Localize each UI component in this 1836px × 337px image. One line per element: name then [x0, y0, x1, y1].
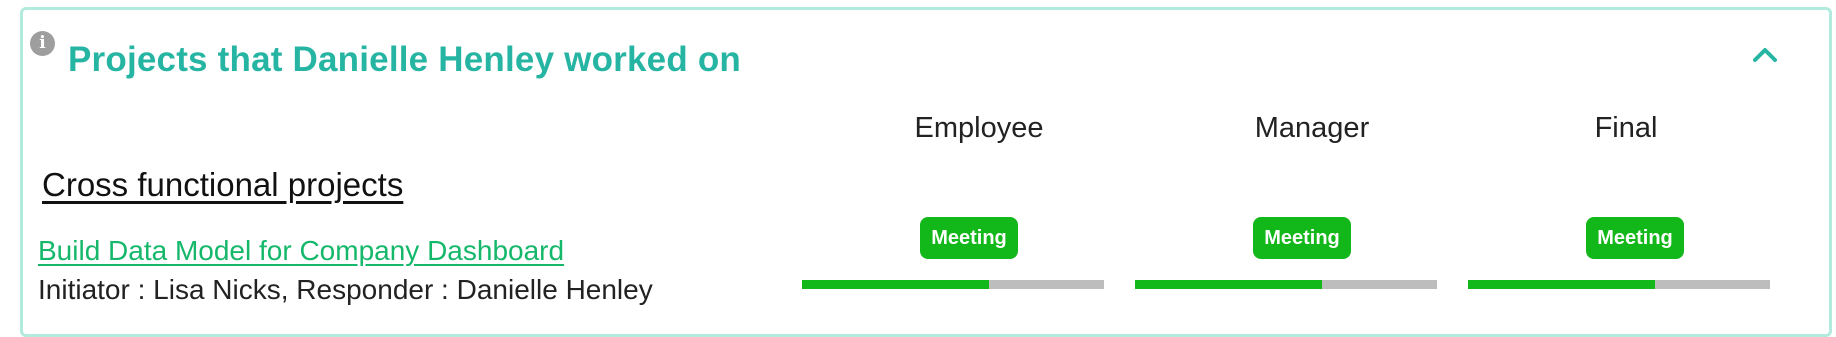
column-header-manager: Manager: [1254, 112, 1370, 144]
manager-progress-fill: [1135, 280, 1323, 289]
collapse-button[interactable]: [1750, 42, 1780, 66]
project-meta: Initiator : Lisa Nicks, Responder : Dani…: [38, 274, 653, 305]
final-status-badge: Meeting: [1586, 217, 1684, 259]
final-progress-bar: [1468, 280, 1770, 289]
manager-progress-bar: [1135, 280, 1437, 289]
column-header-employee: Employee: [914, 112, 1044, 144]
project-link[interactable]: Build Data Model for Company Dashboard: [38, 235, 564, 267]
column-header-final: Final: [1594, 112, 1658, 144]
info-icon[interactable]: i: [30, 31, 55, 56]
employee-status-badge: Meeting: [920, 217, 1018, 259]
employee-progress-fill: [802, 280, 990, 289]
final-progress-fill: [1468, 280, 1656, 289]
panel-title: Projects that Danielle Henley worked on: [68, 40, 741, 79]
chevron-up-icon: [1753, 48, 1777, 62]
manager-status-badge: Meeting: [1253, 217, 1351, 259]
section-heading: Cross functional projects: [42, 166, 404, 203]
employee-progress-bar: [802, 280, 1104, 289]
